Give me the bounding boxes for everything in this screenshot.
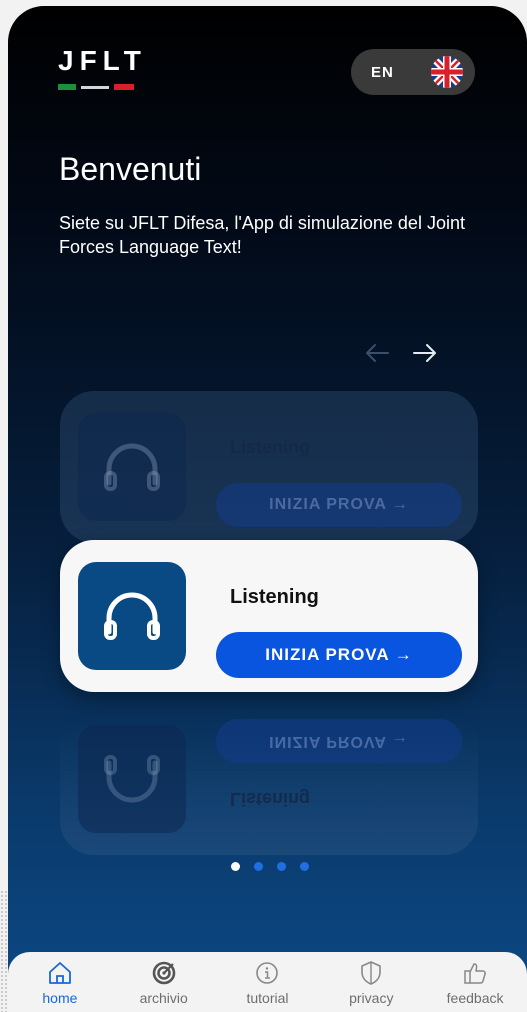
- welcome-title: Benvenuti: [59, 151, 202, 187]
- carousel-card-reflection: Listening INIZIA PROVA →: [60, 703, 478, 855]
- app-logo: JFLT: [58, 46, 147, 90]
- language-code: EN: [371, 63, 394, 81]
- logo-flag: [58, 84, 147, 90]
- carousel-pagination: [231, 862, 309, 871]
- nav-item-feedback[interactable]: feedback: [425, 952, 525, 1006]
- headphones-icon: [78, 413, 186, 521]
- card-title: Listening: [230, 789, 310, 809]
- nav-label-home: home: [42, 990, 78, 1006]
- nav-label-tutorial: tutorial: [246, 990, 289, 1006]
- page-dot[interactable]: [231, 862, 240, 871]
- app-screen: JFLT EN Benvenuti Siete su JFLT Difesa, …: [8, 6, 527, 1012]
- arrow-left-icon[interactable]: [364, 341, 390, 365]
- logo-text: JFLT: [58, 45, 147, 76]
- nav-item-home[interactable]: home: [10, 952, 110, 1006]
- start-test-button[interactable]: INIZIA PROVA →: [216, 632, 462, 678]
- page-dot[interactable]: [300, 862, 309, 871]
- target-icon: [152, 961, 175, 985]
- home-icon: [48, 962, 71, 984]
- carousel-card-listening[interactable]: Listening INIZIA PROVA →: [60, 540, 478, 692]
- carousel-arrows: [364, 341, 438, 365]
- nav-item-privacy[interactable]: privacy: [321, 952, 421, 1006]
- headphones-icon: [78, 725, 186, 833]
- card-title: Listening: [230, 437, 310, 457]
- headphones-icon: [78, 562, 186, 670]
- page-dot[interactable]: [254, 862, 263, 871]
- page-dot[interactable]: [277, 862, 286, 871]
- nav-label-feedback: feedback: [446, 990, 504, 1006]
- uk-flag-icon: [431, 56, 463, 88]
- thumbs-up-icon: [464, 963, 486, 984]
- welcome-text: Siete su JFLT Difesa, l'App di simulazio…: [59, 213, 465, 257]
- card-title: Listening: [230, 586, 319, 608]
- nav-label-privacy: privacy: [349, 990, 394, 1006]
- shield-icon: [361, 961, 382, 985]
- bottom-navigation: home archivio tutorial privacy feedback: [8, 952, 527, 1012]
- carousel-card-previous: Listening INIZIA PROVA →: [60, 391, 478, 543]
- language-toggle-button[interactable]: EN: [351, 49, 475, 95]
- start-test-button: INIZIA PROVA →: [216, 483, 462, 527]
- nav-item-tutorial[interactable]: tutorial: [217, 952, 317, 1006]
- info-icon: [256, 962, 279, 984]
- nav-item-archivio[interactable]: archivio: [114, 952, 214, 1006]
- start-test-button: INIZIA PROVA →: [216, 719, 462, 763]
- arrow-right-icon[interactable]: [412, 341, 438, 365]
- side-decoration: [0, 890, 8, 1012]
- nav-label-archivio: archivio: [139, 990, 188, 1006]
